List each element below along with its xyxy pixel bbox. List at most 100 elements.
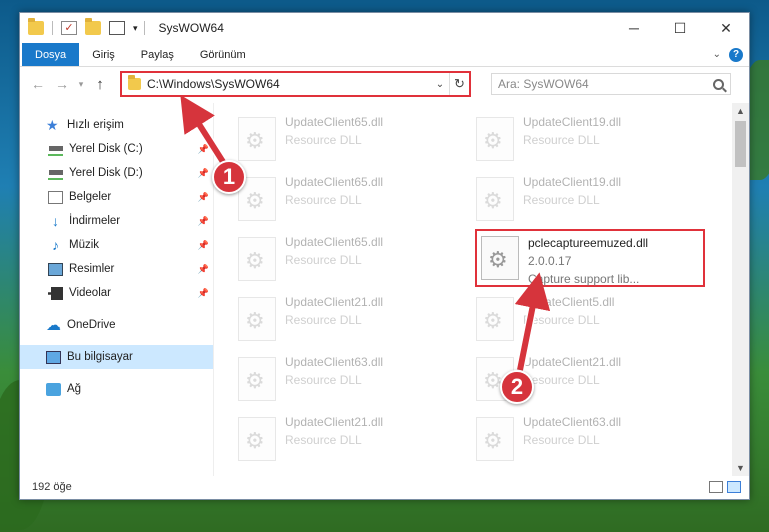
videos-icon <box>48 286 63 300</box>
address-path[interactable]: C:\Windows\SysWOW64 <box>147 77 431 91</box>
nav-item-pictures[interactable]: Resimler 📌 <box>20 257 213 281</box>
file-name: UpdateClient19.dll <box>523 175 622 189</box>
help-icon[interactable]: ? <box>729 47 743 62</box>
dll-file-icon <box>476 117 514 161</box>
address-dropdown-icon[interactable]: ⌄ <box>431 79 449 90</box>
large-icons-view-icon[interactable] <box>727 481 741 493</box>
file-desc: Resource DLL <box>285 433 362 447</box>
recent-locations-chevron-icon[interactable]: ▾ <box>74 79 88 90</box>
scroll-up-icon[interactable]: ▲ <box>732 103 749 119</box>
drive-icon <box>48 142 63 156</box>
drive-icon <box>48 166 63 180</box>
file-tile[interactable]: UpdateClient19.dll Resource DLL <box>476 113 706 169</box>
pictures-icon <box>48 262 63 276</box>
pin-icon[interactable]: 📌 <box>198 192 209 203</box>
chevron-down-icon[interactable]: ⌄ <box>713 49 721 60</box>
search-icon[interactable] <box>713 78 724 90</box>
file-tile[interactable]: UpdateClient63.dll Resource DLL <box>476 413 706 469</box>
pin-icon[interactable]: 📌 <box>198 168 209 179</box>
nav-label: Hızlı erişim <box>67 119 124 131</box>
nav-item-local-disk-d[interactable]: Yerel Disk (D:) 📌 <box>20 161 213 185</box>
file-tile[interactable]: UpdateClient21.dll Resource DLL <box>238 413 468 469</box>
callout-badge-1: 1 <box>212 160 246 194</box>
new-folder-icon[interactable] <box>85 18 101 35</box>
nav-label: Yerel Disk (C:) <box>69 143 143 155</box>
dll-file-icon <box>238 237 276 281</box>
tab-home[interactable]: Giriş <box>79 43 128 66</box>
file-desc: Resource DLL <box>285 253 362 267</box>
file-tile[interactable]: UpdateClient19.dll Resource DLL <box>476 173 706 229</box>
minimize-button[interactable]: ─ <box>611 13 657 43</box>
pin-icon[interactable]: 📌 <box>198 216 209 227</box>
file-desc: Resource DLL <box>285 313 362 327</box>
file-tile[interactable]: UpdateClient5.dll Resource DLL <box>476 293 706 349</box>
maximize-button[interactable]: ☐ <box>657 13 703 43</box>
file-desc: Resource DLL <box>523 373 600 387</box>
nav-item-onedrive[interactable]: ☁ OneDrive <box>20 313 213 337</box>
main-area: ★ Hızlı erişim Yerel Disk (C:) 📌 Yerel D… <box>20 103 749 476</box>
nav-item-network[interactable]: Ağ <box>20 377 213 401</box>
tab-share[interactable]: Paylaş <box>128 43 187 66</box>
file-desc: Resource DLL <box>523 313 600 327</box>
dll-file-icon <box>476 177 514 221</box>
nav-item-documents[interactable]: Belgeler 📌 <box>20 185 213 209</box>
file-desc: Capture support lib... <box>528 272 640 286</box>
file-tile[interactable]: UpdateClient65.dll Resource DLL <box>238 233 468 289</box>
scroll-down-icon[interactable]: ▼ <box>732 460 749 476</box>
onedrive-icon: ☁ <box>46 316 61 334</box>
file-name: UpdateClient5.dll <box>523 295 615 309</box>
nav-item-music[interactable]: ♪ Müzik 📌 <box>20 233 213 257</box>
search-input[interactable]: Ara: SysWOW64 <box>491 73 731 95</box>
nav-item-this-pc[interactable]: Bu bilgisayar <box>20 345 213 369</box>
scrollbar-thumb[interactable] <box>735 121 746 167</box>
pin-icon[interactable]: 📌 <box>198 288 209 299</box>
downloads-icon: ↓ <box>52 212 59 229</box>
details-view-icon[interactable] <box>709 481 723 493</box>
pin-icon[interactable]: 📌 <box>198 240 209 251</box>
tab-file[interactable]: Dosya <box>22 43 80 66</box>
nav-item-downloads[interactable]: ↓ İndirmeler 📌 <box>20 209 213 233</box>
nav-item-videos[interactable]: Videolar 📌 <box>20 281 213 305</box>
chevron-down-icon[interactable]: ▾ <box>133 23 138 34</box>
forward-arrow-icon[interactable]: → <box>50 76 74 92</box>
file-tile[interactable]: UpdateClient65.dll Resource DLL <box>238 173 468 229</box>
file-name: pclecaptureemuzed.dll <box>528 236 649 250</box>
this-pc-icon <box>46 350 61 364</box>
view-buttons <box>709 481 749 493</box>
file-name: UpdateClient63.dll <box>523 415 622 429</box>
file-desc: Resource DLL <box>523 133 600 147</box>
nav-label: Ağ <box>67 383 82 395</box>
separator <box>143 21 145 35</box>
navigation-pane: ★ Hızlı erişim Yerel Disk (C:) 📌 Yerel D… <box>20 103 214 476</box>
file-tile[interactable]: UpdateClient63.dll Resource DLL <box>238 353 468 409</box>
explorer-window: ✓ ▾ SysWOW64 ─ ☐ ✕ Dosya Giriş Paylaş Gö… <box>19 12 750 500</box>
properties-check-icon[interactable]: ✓ <box>61 21 77 35</box>
tab-view[interactable]: Görünüm <box>187 43 259 66</box>
back-arrow-icon[interactable]: ← <box>26 76 50 92</box>
nav-item-quick-access[interactable]: ★ Hızlı erişim <box>20 113 213 137</box>
nav-label: Resimler <box>69 263 115 275</box>
file-version: 2.0.0.17 <box>528 254 572 268</box>
nav-label: Bu bilgisayar <box>67 351 133 363</box>
pin-icon[interactable]: 📌 <box>198 264 209 275</box>
pin-icon[interactable]: 📌 <box>198 144 209 155</box>
dll-file-icon <box>238 357 276 401</box>
dll-file-icon <box>238 117 276 161</box>
close-button[interactable]: ✕ <box>703 13 749 43</box>
nav-item-local-disk-c[interactable]: Yerel Disk (C:) 📌 <box>20 137 213 161</box>
quick-access-customize-icon[interactable] <box>109 21 125 35</box>
network-icon <box>46 382 61 396</box>
highlighted-dll-tile[interactable]: pclecaptureemuzed.dll 2.0.0.17 Capture s… <box>475 229 705 287</box>
file-name: UpdateClient19.dll <box>523 115 622 129</box>
file-name: UpdateClient65.dll <box>285 115 384 129</box>
vertical-scrollbar[interactable]: ▲ ▼ <box>732 103 749 476</box>
file-tile[interactable]: UpdateClient21.dll Resource DLL <box>238 293 468 349</box>
address-bar[interactable]: C:\Windows\SysWOW64 ⌄ ↻ <box>120 71 471 97</box>
file-tile[interactable]: UpdateClient65.dll Resource DLL <box>238 113 468 169</box>
dll-file-icon <box>238 417 276 461</box>
up-arrow-icon[interactable]: ↑ <box>88 76 112 93</box>
refresh-icon[interactable]: ↻ <box>449 73 469 95</box>
file-desc: Resource DLL <box>523 193 600 207</box>
file-name: UpdateClient21.dll <box>523 355 622 369</box>
file-desc: Resource DLL <box>285 373 362 387</box>
